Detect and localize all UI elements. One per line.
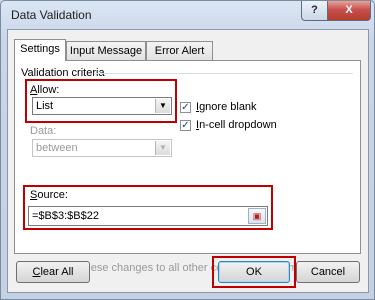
- close-button[interactable]: X: [327, 1, 371, 21]
- dialog-body: Settings Input Message Error Alert Valid…: [7, 29, 369, 293]
- ignore-blank-label: Ignore blank: [196, 101, 257, 113]
- settings-panel: Validation criteria Allow: List ▼ ✓ Igno…: [14, 60, 361, 274]
- data-label: Data:: [30, 125, 57, 137]
- title-bar[interactable]: Data Validation ? X: [1, 1, 374, 29]
- clear-all-button[interactable]: Clear All: [16, 261, 90, 283]
- validation-criteria-heading: Validation criteria: [21, 67, 105, 79]
- tab-settings[interactable]: Settings: [14, 39, 66, 61]
- data-value: between: [36, 142, 78, 154]
- chevron-down-icon: ▼: [155, 141, 170, 155]
- dialog-title: Data Validation: [11, 8, 92, 22]
- ignore-blank-checkbox[interactable]: ✓: [180, 102, 191, 113]
- tab-input-message[interactable]: Input Message: [66, 41, 146, 61]
- tab-error-alert[interactable]: Error Alert: [146, 41, 213, 61]
- allow-highlight: [25, 79, 177, 123]
- ok-highlight: [212, 256, 296, 288]
- data-select: between ▼: [32, 139, 172, 157]
- data-validation-dialog: Data Validation ? X Settings Input Messa…: [0, 0, 375, 300]
- in-cell-dropdown-label: In-cell dropdown: [196, 119, 277, 131]
- in-cell-dropdown-checkbox[interactable]: ✓: [180, 120, 191, 131]
- cancel-button[interactable]: Cancel: [296, 261, 360, 283]
- source-highlight: [23, 185, 273, 230]
- group-divider: [95, 73, 353, 74]
- help-button[interactable]: ?: [301, 1, 328, 21]
